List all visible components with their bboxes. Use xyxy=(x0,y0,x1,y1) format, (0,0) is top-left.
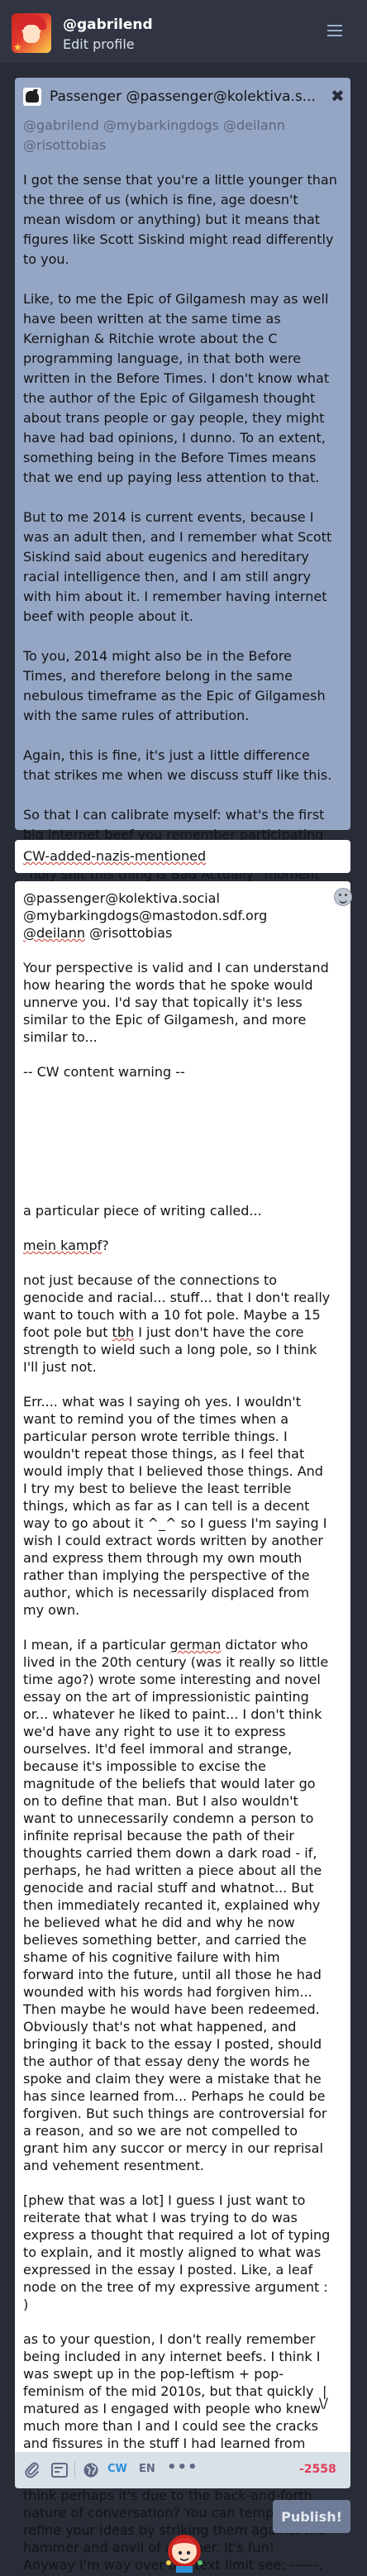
compose-paragraph: Err.... what was I saying oh yes. I woul… xyxy=(23,1394,331,1618)
mention: @passenger@kolektiva.social xyxy=(23,890,220,906)
compose-toolbar: CW EN ••• -2558 xyxy=(15,2452,350,2488)
globe-icon[interactable] xyxy=(83,2462,99,2478)
mascot-icon xyxy=(164,2530,205,2573)
language-selector[interactable]: EN xyxy=(139,2463,155,2479)
reply-paragraph: Like, to me the Epic of Gilgamesh may as… xyxy=(23,291,330,485)
compose-paragraph: I mean, if a particular xyxy=(23,1637,170,1653)
reply-author[interactable]: Passenger @passenger@kolektiva.s... xyxy=(50,88,316,105)
mention: @risottobias xyxy=(84,925,173,941)
compose-textarea[interactable]: @passenger@kolektiva.social @mybarkingdo… xyxy=(15,881,352,2573)
reply-content: I got the sense that you're a little you… xyxy=(23,170,339,924)
mention: @mybarkingdogs@mastodon.sdf.org xyxy=(23,908,268,923)
username: @gabrilend xyxy=(63,17,153,33)
compose-paragraph: -- CW content warning -- xyxy=(23,1064,185,1080)
compose-paragraph: Your perspective is valid and I can unde… xyxy=(23,960,333,1045)
content-warning-toggle[interactable]: CW xyxy=(107,2463,127,2479)
navigation-header: ★ @gabrilend Edit profile xyxy=(0,0,367,63)
edit-profile-link[interactable]: Edit profile xyxy=(63,36,135,52)
reply-paragraph: But to me 2014 is current events, becaus… xyxy=(23,509,332,624)
reply-paragraph: To you, 2014 might also be in the Before… xyxy=(23,648,326,723)
reply-indicator: Passenger @passenger@kolektiva.s... ✖ @g… xyxy=(15,78,350,902)
mention: @deilann xyxy=(23,925,85,941)
character-counter: -2558 xyxy=(299,2463,336,2476)
compose-paragraph: a particular piece of writing called... xyxy=(23,1203,262,1219)
word-german: german xyxy=(169,1637,222,1653)
compose-paragraph: [phew that was a lot] I guess I just wan… xyxy=(23,2192,335,2312)
toolbar-divider xyxy=(74,2462,75,2478)
reply-avatar xyxy=(23,88,41,106)
compose-text: @passenger@kolektiva.social @mybarkingdo… xyxy=(23,890,331,2574)
poll-icon[interactable] xyxy=(51,2462,68,2478)
reply-header: Passenger @passenger@kolektiva.s... ✖ xyxy=(23,86,345,106)
reply-paragraph: I got the sense that you're a little you… xyxy=(23,172,337,267)
reply-mentions: @gabrilend @mybarkingdogs @deilann @riso… xyxy=(23,117,285,153)
content-warning-input[interactable]: CW-added-nazis-mentioned xyxy=(15,840,350,873)
menu-icon[interactable] xyxy=(327,25,342,36)
avatar[interactable]: ★ xyxy=(12,13,51,53)
close-icon[interactable]: ✖ xyxy=(331,86,345,106)
emoji-icon[interactable] xyxy=(334,888,352,906)
more-options-button[interactable]: ••• xyxy=(167,2459,198,2476)
abbr-tbh: tbh xyxy=(112,1324,135,1340)
reply-paragraph: Again, this is fine, it's just a little … xyxy=(23,747,332,783)
content-warning-value: CW-added-nazis-mentioned xyxy=(23,848,207,864)
paperclip-icon[interactable] xyxy=(25,2462,40,2478)
arrow-glyph: \/ xyxy=(319,2395,328,2411)
compose-paragraph: dictator who lived in the 20th century (… xyxy=(23,1637,333,2173)
arrow-marker: | \/ xyxy=(311,2385,336,2411)
publish-button[interactable]: Publish! xyxy=(273,2500,350,2533)
book-title: mein kampf xyxy=(23,1238,102,1253)
punctuation: ? xyxy=(102,1238,109,1253)
